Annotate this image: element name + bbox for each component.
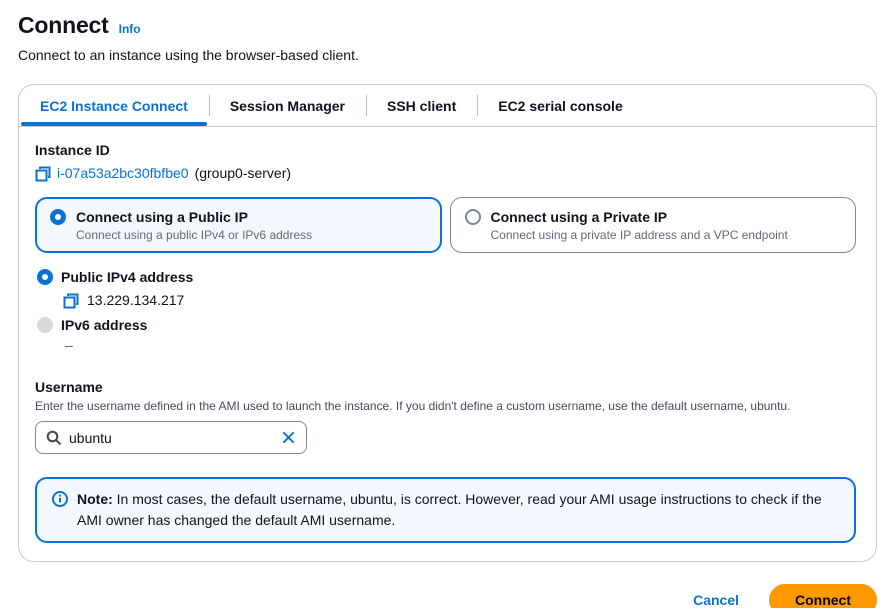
card-description: Connect using a public IPv4 or IPv6 addr… [76, 227, 312, 243]
note-alert: Note: In most cases, the default usernam… [35, 477, 856, 543]
radio-public-ipv4[interactable] [37, 269, 53, 285]
info-link[interactable]: Info [119, 22, 141, 36]
username-description: Enter the username defined in the AMI us… [35, 398, 856, 414]
page-subtitle: Connect to an instance using the browser… [18, 47, 877, 63]
connect-button[interactable]: Connect [769, 584, 877, 608]
ipv4-value: 13.229.134.217 [87, 290, 184, 311]
instance-id-value[interactable]: i-07a53a2bc30fbfbe0 [57, 163, 189, 184]
page-title: Connect [18, 12, 109, 39]
footer-actions: Cancel Connect [18, 562, 877, 608]
radio-public-ip[interactable] [50, 209, 66, 225]
tab-ec2-instance-connect[interactable]: EC2 Instance Connect [19, 85, 209, 126]
copy-icon[interactable] [63, 293, 79, 309]
note-prefix: Note: [77, 491, 113, 507]
info-circle-icon [52, 491, 68, 531]
ipv6-radio-row: IPv6 address [37, 315, 856, 336]
radio-ipv6-disabled [37, 317, 53, 333]
radio-private-ip[interactable] [465, 209, 481, 225]
ipv4-value-row: 13.229.134.217 [63, 290, 856, 311]
username-field[interactable] [35, 421, 307, 454]
search-icon [46, 430, 62, 446]
username-section: Username Enter the username defined in t… [35, 377, 856, 454]
page-header: Connect Info [18, 12, 877, 39]
card-connect-public-ip[interactable]: Connect using a Public IP Connect using … [35, 197, 442, 253]
tab-session-manager[interactable]: Session Manager [209, 85, 366, 126]
username-input[interactable] [69, 430, 274, 446]
ipv4-label: Public IPv4 address [61, 267, 193, 288]
username-label: Username [35, 377, 856, 397]
cancel-button[interactable]: Cancel [693, 592, 739, 608]
ipv6-value: – [65, 336, 856, 354]
close-icon[interactable] [281, 430, 296, 445]
ipv6-label: IPv6 address [61, 315, 147, 336]
tab-bar: EC2 Instance Connect Session Manager SSH… [19, 85, 876, 127]
copy-icon[interactable] [35, 166, 51, 182]
connect-panel: EC2 Instance Connect Session Manager SSH… [18, 84, 877, 562]
tab-ec2-serial-console[interactable]: EC2 serial console [477, 85, 644, 126]
instance-name: (group0-server) [195, 163, 291, 184]
connection-type-cards: Connect using a Public IP Connect using … [35, 197, 856, 253]
connect-page: Connect Info Connect to an instance usin… [0, 0, 893, 608]
card-connect-private-ip[interactable]: Connect using a Private IP Connect using… [450, 197, 857, 253]
tab-ssh-client[interactable]: SSH client [366, 85, 477, 126]
note-body: In most cases, the default username, ubu… [77, 491, 822, 528]
tab-content: Instance ID i-07a53a2bc30fbfbe0 (group0-… [19, 127, 876, 561]
ip-address-section: Public IPv4 address 13.229.134.217 IPv6 … [35, 267, 856, 354]
note-text: Note: In most cases, the default usernam… [77, 489, 839, 531]
ipv4-radio-row[interactable]: Public IPv4 address [37, 267, 856, 288]
card-description: Connect using a private IP address and a… [491, 227, 788, 243]
instance-id-label: Instance ID [35, 140, 856, 160]
card-title: Connect using a Private IP [491, 207, 788, 227]
card-title: Connect using a Public IP [76, 207, 312, 227]
instance-id-row: i-07a53a2bc30fbfbe0 (group0-server) [35, 163, 856, 184]
